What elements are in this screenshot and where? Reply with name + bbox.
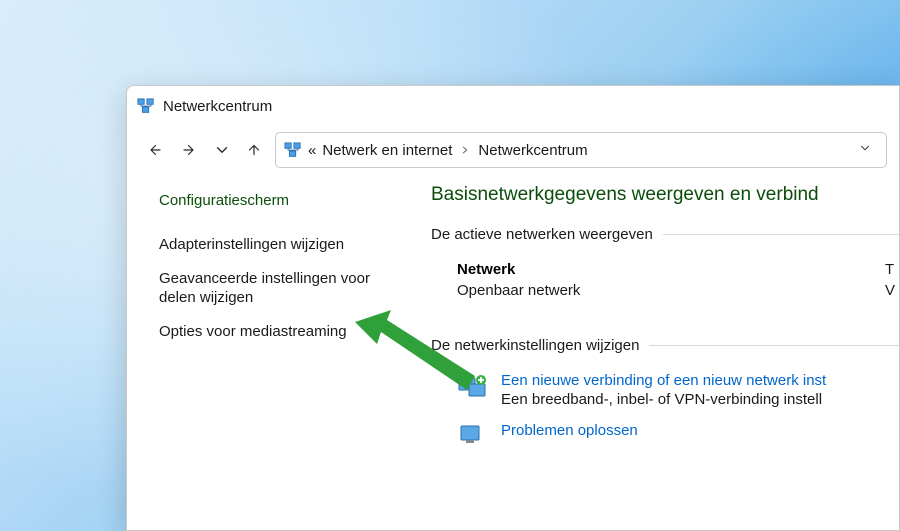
network-type: Openbaar netwerk	[457, 282, 580, 299]
network-center-window: Netwerkcentrum « Netwerk en int	[126, 85, 900, 531]
network-block: Netwerk Openbaar netwerk T V	[431, 261, 899, 303]
task-new-connection[interactable]: Een nieuwe verbinding of een nieuw netwe…	[431, 372, 899, 408]
breadcrumb-prefix: «	[308, 142, 316, 159]
sidebar-heading[interactable]: Configuratiescherm	[159, 192, 411, 209]
main-heading: Basisnetwerkgegevens weergeven en verbin…	[431, 184, 899, 206]
task-troubleshoot[interactable]: Problemen oplossen	[431, 422, 899, 450]
active-networks-label: De actieve netwerken weergeven	[431, 226, 899, 243]
window-title: Netwerkcentrum	[163, 98, 272, 115]
toolbar: « Netwerk en internet Netwerkcentrum	[127, 126, 899, 174]
recent-dropdown[interactable]	[211, 135, 233, 165]
change-settings-text: De netwerkinstellingen wijzigen	[431, 337, 639, 354]
breadcrumb-dropdown[interactable]	[858, 141, 878, 159]
new-connection-icon	[457, 372, 489, 400]
active-networks-text: De actieve netwerken weergeven	[431, 226, 653, 243]
breadcrumb[interactable]: « Netwerk en internet Netwerkcentrum	[275, 132, 887, 168]
breadcrumb-item-1[interactable]: Netwerk en internet	[322, 142, 452, 159]
troubleshoot-icon	[457, 422, 489, 450]
change-settings-label: De netwerkinstellingen wijzigen	[431, 337, 899, 354]
network-detail-2: V	[885, 282, 895, 299]
sidebar-link-advanced-sharing[interactable]: Geavanceerde instellingen voor delen wij…	[159, 269, 389, 308]
chevron-right-icon	[458, 143, 472, 158]
sidebar: Configuratiescherm Adapterinstellingen w…	[127, 174, 411, 530]
forward-button[interactable]	[175, 135, 205, 165]
task-desc: Een breedband-, inbel- of VPN-verbinding…	[501, 391, 826, 408]
breadcrumb-icon	[284, 142, 302, 158]
breadcrumb-item-2[interactable]: Netwerkcentrum	[478, 142, 587, 159]
task-link[interactable]: Problemen oplossen	[501, 422, 638, 439]
up-button[interactable]	[239, 135, 269, 165]
sidebar-link-media-streaming[interactable]: Opties voor mediastreaming	[159, 322, 389, 342]
network-center-icon	[137, 98, 155, 114]
task-link[interactable]: Een nieuwe verbinding of een nieuw netwe…	[501, 372, 826, 389]
back-button[interactable]	[139, 135, 169, 165]
divider	[663, 234, 899, 235]
divider	[649, 345, 899, 346]
sidebar-link-adapter[interactable]: Adapterinstellingen wijzigen	[159, 235, 389, 255]
network-detail-1: T	[885, 261, 895, 278]
network-name: Netwerk	[457, 261, 580, 278]
titlebar[interactable]: Netwerkcentrum	[127, 86, 899, 126]
main-panel: Basisnetwerkgegevens weergeven en verbin…	[411, 174, 899, 530]
